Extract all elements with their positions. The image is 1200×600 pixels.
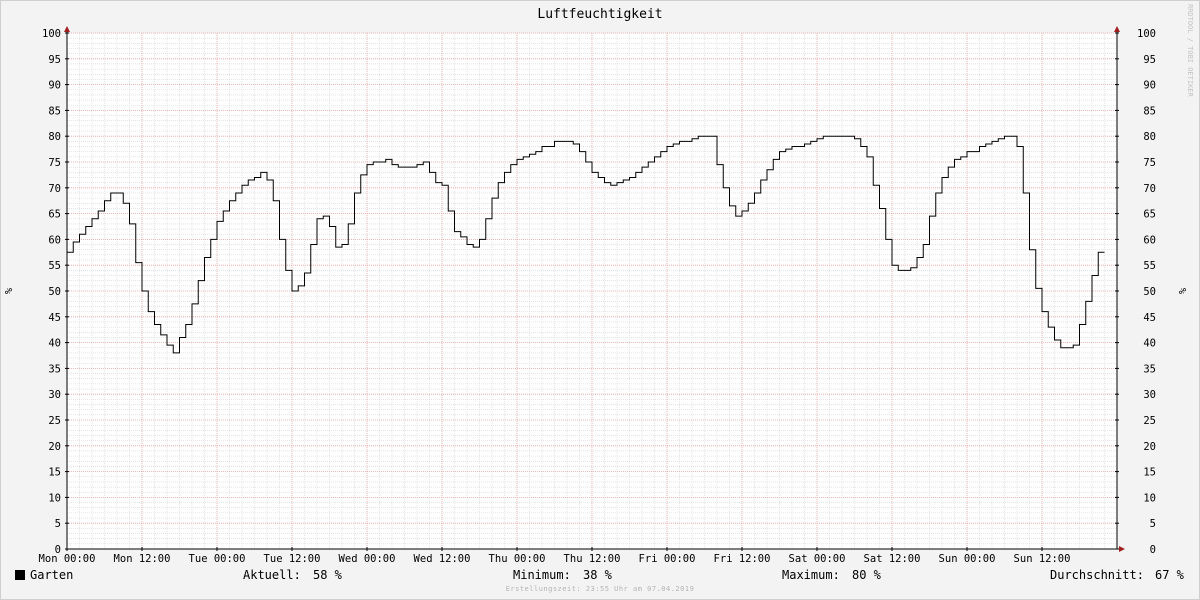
y-tick-label-left: 70	[48, 183, 61, 195]
y-tick-label-right: 70	[1143, 183, 1156, 195]
chart-title: Luftfeuchtigkeit	[537, 7, 662, 22]
y-tick-label-left: 10	[48, 492, 61, 504]
x-tick-label: Mon 00:00	[39, 553, 96, 565]
y-tick-label-right: 55	[1143, 260, 1156, 272]
legend-minimum-label: Minimum:	[513, 568, 571, 582]
x-axis-arrow	[1119, 546, 1125, 552]
y-tick-label-right: 45	[1143, 312, 1156, 324]
x-tick-label: Fri 12:00	[714, 553, 771, 565]
y-tick-label-right: 25	[1143, 415, 1156, 427]
chart-canvas: 0 05 510 1015 1520 2025 2530 3035 3540 4045 4550 50…	[4, 4, 1194, 565]
x-tick-label: Wed 00:00	[339, 553, 396, 565]
y-tick-label-right: 30	[1143, 389, 1156, 401]
x-tick-label: Sun 12:00	[1014, 553, 1071, 565]
x-tick-label: Wed 12:00	[414, 553, 471, 565]
y-tick-label-right: 50	[1143, 286, 1156, 298]
y-tick-label-right: 60	[1143, 234, 1156, 246]
y-tick-label-left: 15	[48, 467, 61, 479]
legend-maximum-label: Maximum:	[782, 568, 840, 582]
y-tick-label-left: 25	[48, 415, 61, 427]
y-tick-label-left: 65	[48, 209, 61, 221]
x-tick-label: Fri 00:00	[639, 553, 696, 565]
y-tick-label-right: 0	[1150, 544, 1156, 556]
y-axis-label-left: %	[4, 288, 15, 294]
y-tick-label-left: 40	[48, 338, 61, 350]
y-tick-label-left: 75	[48, 157, 61, 169]
y-axis-label-right: %	[1178, 288, 1189, 294]
y-axis-arrow-left	[64, 26, 70, 32]
y-tick-label-left: 35	[48, 363, 61, 375]
grid-layer	[66, 32, 1117, 550]
y-tick-label-left: 80	[48, 131, 61, 143]
legend-durchschnitt-value: 67 %	[1155, 568, 1184, 582]
legend-maximum-value: 80 %	[852, 568, 881, 582]
legend-minimum-value: 38 %	[583, 568, 612, 582]
footer-created-timestamp: Erstellungszeit: 23:55 Uhr am 07.04.2019	[505, 585, 695, 593]
y-tick-label-left: 30	[48, 389, 61, 401]
legend-swatch-garten	[15, 570, 25, 580]
x-tick-label: Thu 12:00	[564, 553, 621, 565]
legend-series-name: Garten	[30, 568, 74, 582]
legend-durchschnitt-label: Durchschnitt:	[1050, 568, 1144, 582]
y-tick-label-left: 60	[48, 234, 61, 246]
y-tick-label-right: 5	[1150, 518, 1156, 530]
y-tick-label-right: 20	[1143, 441, 1156, 453]
y-tick-label-right: 75	[1143, 157, 1156, 169]
x-tick-label: Mon 12:00	[114, 553, 171, 565]
x-tick-label: Tue 12:00	[264, 553, 321, 565]
x-tick-label: Thu 00:00	[489, 553, 546, 565]
y-tick-label-right: 15	[1143, 467, 1156, 479]
watermark-text: RRDTOOL / TOBI OETIKER	[1186, 4, 1194, 98]
y-tick-label-left: 100	[42, 28, 61, 40]
x-tick-label: Sat 00:00	[789, 553, 846, 565]
y-tick-label-right: 95	[1143, 54, 1156, 66]
legend-aktuell-label: Aktuell:	[243, 568, 301, 582]
y-tick-label-left: 50	[48, 286, 61, 298]
y-tick-label-right: 100	[1137, 28, 1156, 40]
y-tick-label-right: 35	[1143, 363, 1156, 375]
y-tick-label-right: 40	[1143, 338, 1156, 350]
x-tick-label: Sun 00:00	[939, 553, 996, 565]
y-tick-label-right: 85	[1143, 105, 1156, 117]
legend-aktuell-value: 58 %	[313, 568, 342, 582]
y-tick-label-left: 45	[48, 312, 61, 324]
x-tick-label: Tue 00:00	[189, 553, 246, 565]
y-tick-label-right: 65	[1143, 209, 1156, 221]
y-tick-label-right: 90	[1143, 80, 1156, 92]
y-tick-label-left: 20	[48, 441, 61, 453]
y-tick-label-right: 10	[1143, 492, 1156, 504]
x-tick-label: Sat 12:00	[864, 553, 921, 565]
y-tick-label-right: 80	[1143, 131, 1156, 143]
y-tick-label-left: 95	[48, 54, 61, 66]
y-tick-label-left: 5	[55, 518, 61, 530]
y-tick-label-left: 90	[48, 80, 61, 92]
y-tick-label-left: 85	[48, 105, 61, 117]
y-tick-label-left: 55	[48, 260, 61, 272]
y-axis-arrow-right	[1114, 26, 1120, 32]
